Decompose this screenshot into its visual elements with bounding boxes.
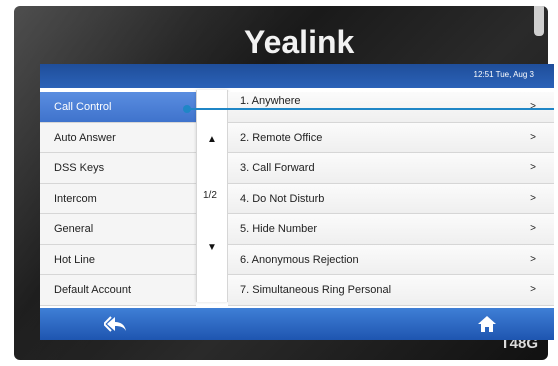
page-number: 1/2 [203,190,217,201]
list-item-do-not-disturb[interactable]: 4. Do Not Disturb > [228,183,554,214]
list-item-label: 5. Hide Number [240,223,318,235]
list-item-simultaneous-ring[interactable]: 7. Simultaneous Ring Personal > [228,275,554,306]
status-time: 12:51 Tue, Aug 3 [473,70,535,79]
list-item-hide-number[interactable]: 5. Hide Number > [228,214,554,245]
left-menu: Call Control Auto Answer DSS Keys Interc… [40,92,196,306]
chevron-right-icon: > [530,253,536,265]
list-item-remote-office[interactable]: 2. Remote Office > [228,122,554,153]
chevron-right-icon: > [530,162,536,173]
home-icon[interactable] [477,314,497,339]
menu-item-intercom[interactable]: Intercom [40,183,196,214]
menu-item-default-account[interactable]: Default Account [40,275,196,306]
chevron-right-icon: > [530,284,536,295]
menu-item-dss-keys[interactable]: DSS Keys [40,153,196,184]
list-item-label: 2. Remote Office [240,131,323,144]
chevron-right-icon: > [530,223,536,234]
menu-item-hot-line[interactable]: Hot Line [40,244,196,275]
chevron-right-icon: > [530,131,536,143]
list-item-anonymous-rejection[interactable]: 6. Anonymous Rejection > [228,244,554,275]
page-indicator: ▲ 1/2 ▼ [196,90,228,302]
page-up-icon[interactable]: ▲ [207,134,217,145]
back-arrow-icon[interactable] [102,315,128,338]
phone-screen: 12:51 Tue, Aug 3 Call Control Auto Answe… [40,64,554,340]
callout-line [190,108,554,110]
list-item-label: 7. Simultaneous Ring Personal [240,284,392,296]
device-edge [534,6,544,36]
list-item-label: 3. Call Forward [240,162,315,174]
list-item-label: 4. Do Not Disturb [240,192,325,205]
status-bar: 12:51 Tue, Aug 3 [40,64,554,88]
menu-item-auto-answer[interactable]: Auto Answer [40,122,196,153]
brand-logo: Yealink [244,24,355,60]
page-down-icon[interactable]: ▼ [207,242,217,253]
bottom-softkey-bar [40,308,554,340]
chevron-right-icon: > [530,192,536,204]
menu-item-general[interactable]: General [40,214,196,245]
list-item-label: 1. Anywhere [240,95,301,107]
menu-item-call-control[interactable]: Call Control [40,92,196,123]
call-feature-list: 1. Anywhere > 2. Remote Office > 3. Call… [228,92,554,306]
list-item-label: 6. Anonymous Rejection [240,253,359,266]
list-item-call-forward[interactable]: 3. Call Forward > [228,153,554,184]
